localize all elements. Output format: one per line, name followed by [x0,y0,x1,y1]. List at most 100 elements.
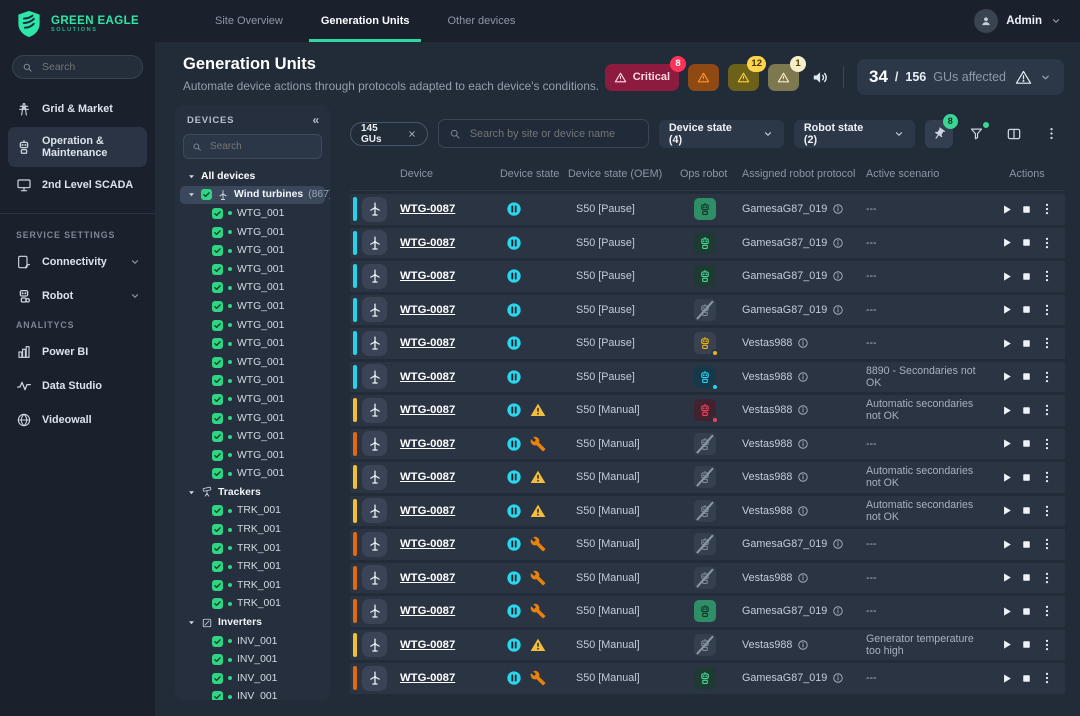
sidebar-item-operation-maintenance[interactable]: Operation & Maintenance [8,127,147,167]
device-link[interactable]: WTG-0087 [400,538,500,550]
tree-group-wind-turbines[interactable]: Wind turbines(867) [180,186,325,205]
info-icon[interactable] [797,438,809,450]
row-menu-button[interactable] [1040,236,1054,250]
device-link[interactable]: WTG-0087 [400,404,500,416]
info-icon[interactable] [832,270,844,282]
caret-down-icon[interactable] [186,190,196,199]
checkbox-checked[interactable] [212,468,223,479]
ops-robot-status-running[interactable] [694,366,716,388]
run-protocol-button[interactable] [1000,337,1013,350]
stop-protocol-button[interactable] [1020,605,1033,618]
tab-generation-units[interactable]: Generation Units [309,0,422,42]
tree-item-wtg-001[interactable]: WTG_001 [175,334,330,353]
checkbox-checked[interactable] [212,301,223,312]
row-menu-button[interactable] [1040,571,1054,585]
info-icon[interactable] [832,605,844,617]
tree-item-trk-001[interactable]: TRK_001 [175,595,330,614]
info-icon[interactable] [832,538,844,550]
row-menu-button[interactable] [1040,202,1054,216]
run-protocol-button[interactable] [1000,370,1013,383]
info-icon[interactable] [797,639,809,651]
stop-protocol-button[interactable] [1020,638,1033,651]
device-link[interactable]: WTG-0087 [400,270,500,282]
checkbox-checked[interactable] [212,654,223,665]
ops-robot-status-off[interactable] [694,433,716,455]
tree-item-trk-001[interactable]: TRK_001 [175,502,330,521]
run-protocol-button[interactable] [1000,638,1013,651]
tree-item-inv-001[interactable]: INV_001 [175,650,330,669]
device-link[interactable]: WTG-0087 [400,471,500,483]
checkbox-checked[interactable] [212,282,223,293]
checkbox-checked[interactable] [212,561,223,572]
info-icon[interactable] [832,672,844,684]
checkbox-checked[interactable] [212,673,223,684]
tree-item-wtg-001[interactable]: WTG_001 [175,465,330,484]
devices-search[interactable] [183,134,322,159]
tree-item-trk-001[interactable]: TRK_001 [175,557,330,576]
stop-protocol-button[interactable] [1020,236,1033,249]
checkbox-checked[interactable] [212,394,223,405]
alert-button-critical[interactable]: Critical8 [605,64,679,91]
ops-robot-status-ok[interactable] [694,232,716,254]
run-protocol-button[interactable] [1000,605,1013,618]
row-menu-button[interactable] [1040,437,1054,451]
table-search-input[interactable] [468,127,638,141]
checkbox-checked[interactable] [212,227,223,238]
checkbox-checked[interactable] [212,375,223,386]
device-link[interactable]: WTG-0087 [400,605,500,617]
ops-robot-status-waiting[interactable] [694,332,716,354]
user-menu[interactable]: Admin [974,0,1062,42]
sidebar-search-input[interactable] [40,60,133,74]
filter-chip-gus[interactable]: 145 GUs [350,122,428,146]
tree-group-trackers[interactable]: Trackers [175,483,330,502]
tree-item-wtg-001[interactable]: WTG_001 [175,279,330,298]
ops-robot-status-off[interactable] [694,500,716,522]
stop-protocol-button[interactable] [1020,672,1033,685]
info-icon[interactable] [797,471,809,483]
checkbox-checked[interactable] [212,598,223,609]
device-link[interactable]: WTG-0087 [400,304,500,316]
collapse-chevrons-icon[interactable]: « [313,114,320,126]
checkbox-checked[interactable] [212,208,223,219]
tree-item-wtg-001[interactable]: WTG_001 [175,316,330,335]
tree-item-inv-001[interactable]: INV_001 [175,688,330,700]
sidebar-item-power-bi[interactable]: Power BI [8,336,147,368]
checkbox-checked[interactable] [212,580,223,591]
stop-protocol-button[interactable] [1020,571,1033,584]
run-protocol-button[interactable] [1000,303,1013,316]
device-link[interactable]: WTG-0087 [400,672,500,684]
ops-robot-status-off[interactable] [694,533,716,555]
sidebar-item-connectivity[interactable]: Connectivity [8,246,147,278]
caret-down-icon[interactable] [186,618,196,627]
sidebar-item-grid-market[interactable]: Grid & Market [8,93,147,125]
checkbox-checked[interactable] [212,245,223,256]
device-link[interactable]: WTG-0087 [400,371,500,383]
dropdown-robot-state-2[interactable]: Robot state (2) [794,120,915,148]
tree-item-inv-001[interactable]: INV_001 [175,669,330,688]
ops-robot-status-off[interactable] [694,299,716,321]
devices-search-input[interactable] [208,140,313,153]
device-link[interactable]: WTG-0087 [400,237,500,249]
sidebar-item-2nd-level-scada[interactable]: 2nd Level SCADA [8,169,147,201]
tree-item-trk-001[interactable]: TRK_001 [175,576,330,595]
sidebar-item-data-studio[interactable]: Data Studio [8,370,147,402]
checkbox-checked[interactable] [212,543,223,554]
filter-button[interactable] [963,120,990,148]
ops-robot-status-ok[interactable] [694,265,716,287]
device-link[interactable]: WTG-0087 [400,203,500,215]
info-icon[interactable] [797,371,809,383]
tree-item-wtg-001[interactable]: WTG_001 [175,223,330,242]
row-menu-button[interactable] [1040,537,1054,551]
close-icon[interactable] [407,129,417,139]
stop-protocol-button[interactable] [1020,203,1033,216]
sidebar-search[interactable] [12,55,143,79]
tab-site-overview[interactable]: Site Overview [203,0,295,42]
tree-item-wtg-001[interactable]: WTG_001 [175,297,330,316]
run-protocol-button[interactable] [1000,571,1013,584]
row-menu-button[interactable] [1040,336,1054,350]
device-link[interactable]: WTG-0087 [400,572,500,584]
tree-item-wtg-001[interactable]: WTG_001 [175,241,330,260]
info-icon[interactable] [797,404,809,416]
stop-protocol-button[interactable] [1020,504,1033,517]
tree-item-trk-001[interactable]: TRK_001 [175,539,330,558]
